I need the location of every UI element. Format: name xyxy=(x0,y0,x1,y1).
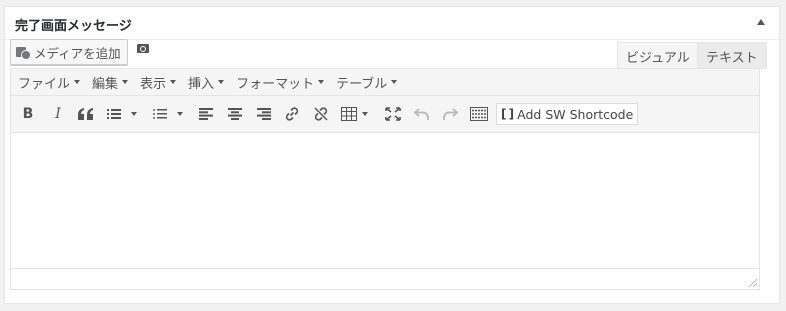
numbered-list-icon xyxy=(153,109,167,119)
chevron-down-icon xyxy=(177,112,183,116)
menu-edit[interactable]: 編集 xyxy=(92,73,134,92)
remove-link-button[interactable] xyxy=(313,105,329,123)
chevron-down-icon xyxy=(122,80,129,84)
menu-view[interactable]: 表示 xyxy=(140,73,182,92)
add-sw-shortcode-button[interactable]: [ ] Add SW Shortcode xyxy=(496,103,639,125)
table-dropdown[interactable] xyxy=(361,105,369,123)
bold-button[interactable]: B xyxy=(21,105,35,123)
align-right-button[interactable] xyxy=(257,105,271,123)
tab-visual[interactable]: ビジュアル xyxy=(617,42,699,69)
shortcode-label: Add SW Shortcode xyxy=(517,106,634,122)
chevron-down-icon xyxy=(318,80,325,84)
tab-visual-label: ビジュアル xyxy=(626,50,690,66)
menu-view-label: 表示 xyxy=(140,76,167,92)
redo-button[interactable] xyxy=(442,105,458,123)
align-left-icon xyxy=(199,108,213,120)
editor-statusbar xyxy=(11,268,759,289)
toolbar-toggle-button[interactable] xyxy=(470,105,488,123)
align-left-button[interactable] xyxy=(199,105,213,123)
numbered-list-dropdown[interactable] xyxy=(176,105,184,123)
bullet-list-button[interactable] xyxy=(107,105,121,123)
tab-text[interactable]: テキスト xyxy=(697,42,767,69)
redo-icon xyxy=(443,108,458,120)
postbox-header: 完了画面メッセージ xyxy=(5,7,779,40)
toggle-arrow-icon[interactable] xyxy=(757,19,765,25)
align-center-icon xyxy=(228,108,242,120)
insert-link-button[interactable] xyxy=(284,105,300,123)
align-center-button[interactable] xyxy=(228,105,242,123)
add-media-label: メディアを追加 xyxy=(34,45,121,61)
postbox-title: 完了画面メッセージ xyxy=(15,19,132,34)
chevron-down-icon xyxy=(170,80,177,84)
menu-table-label: テーブル xyxy=(336,76,388,92)
fullscreen-button[interactable] xyxy=(385,105,401,123)
media-icon xyxy=(16,45,31,60)
undo-icon xyxy=(414,108,429,120)
menu-edit-label: 編集 xyxy=(92,76,119,92)
chevron-down-icon xyxy=(74,80,81,84)
keyboard-icon xyxy=(470,107,488,121)
editor-toolbar: B I [] Add SW Shortcode xyxy=(11,96,759,133)
menu-file[interactable]: ファイル xyxy=(18,73,86,92)
add-media-button[interactable]: メディアを追加 xyxy=(10,39,128,65)
bullet-list-dropdown[interactable] xyxy=(130,105,138,123)
bullet-list-icon xyxy=(107,109,121,119)
numbered-list-button[interactable] xyxy=(153,105,167,123)
italic-button[interactable]: I xyxy=(51,105,65,123)
fullscreen-icon xyxy=(385,107,401,121)
menu-insert-label: 挿入 xyxy=(188,76,215,92)
menubar: ファイル 編集 表示 挿入 フォーマット テーブル xyxy=(11,69,759,96)
bracket-icon: [ ] xyxy=(501,107,514,121)
resize-handle-icon[interactable] xyxy=(749,279,757,287)
undo-button[interactable] xyxy=(414,105,430,123)
unlink-icon xyxy=(314,107,328,121)
blockquote-button[interactable] xyxy=(78,105,94,123)
tab-text-label: テキスト xyxy=(706,50,758,66)
table-icon xyxy=(341,107,357,121)
chevron-down-icon xyxy=(391,80,398,84)
chevron-down-icon xyxy=(362,112,368,116)
menu-format[interactable]: フォーマット xyxy=(236,73,330,92)
align-right-icon xyxy=(257,108,271,120)
menu-table[interactable]: テーブル xyxy=(336,73,403,92)
menu-file-label: ファイル xyxy=(18,76,71,92)
link-icon xyxy=(285,107,299,121)
quote-icon xyxy=(78,108,93,120)
editor: ファイル 編集 表示 挿入 フォーマット テーブル B I [] Add SW… xyxy=(10,68,760,290)
camera-icon[interactable] xyxy=(137,42,149,53)
chevron-down-icon xyxy=(218,80,225,84)
chevron-down-icon xyxy=(131,112,137,116)
editor-content-area[interactable] xyxy=(11,133,759,268)
menu-insert[interactable]: 挿入 xyxy=(188,73,230,92)
menu-format-label: フォーマット xyxy=(236,76,315,92)
table-button[interactable] xyxy=(341,105,357,123)
